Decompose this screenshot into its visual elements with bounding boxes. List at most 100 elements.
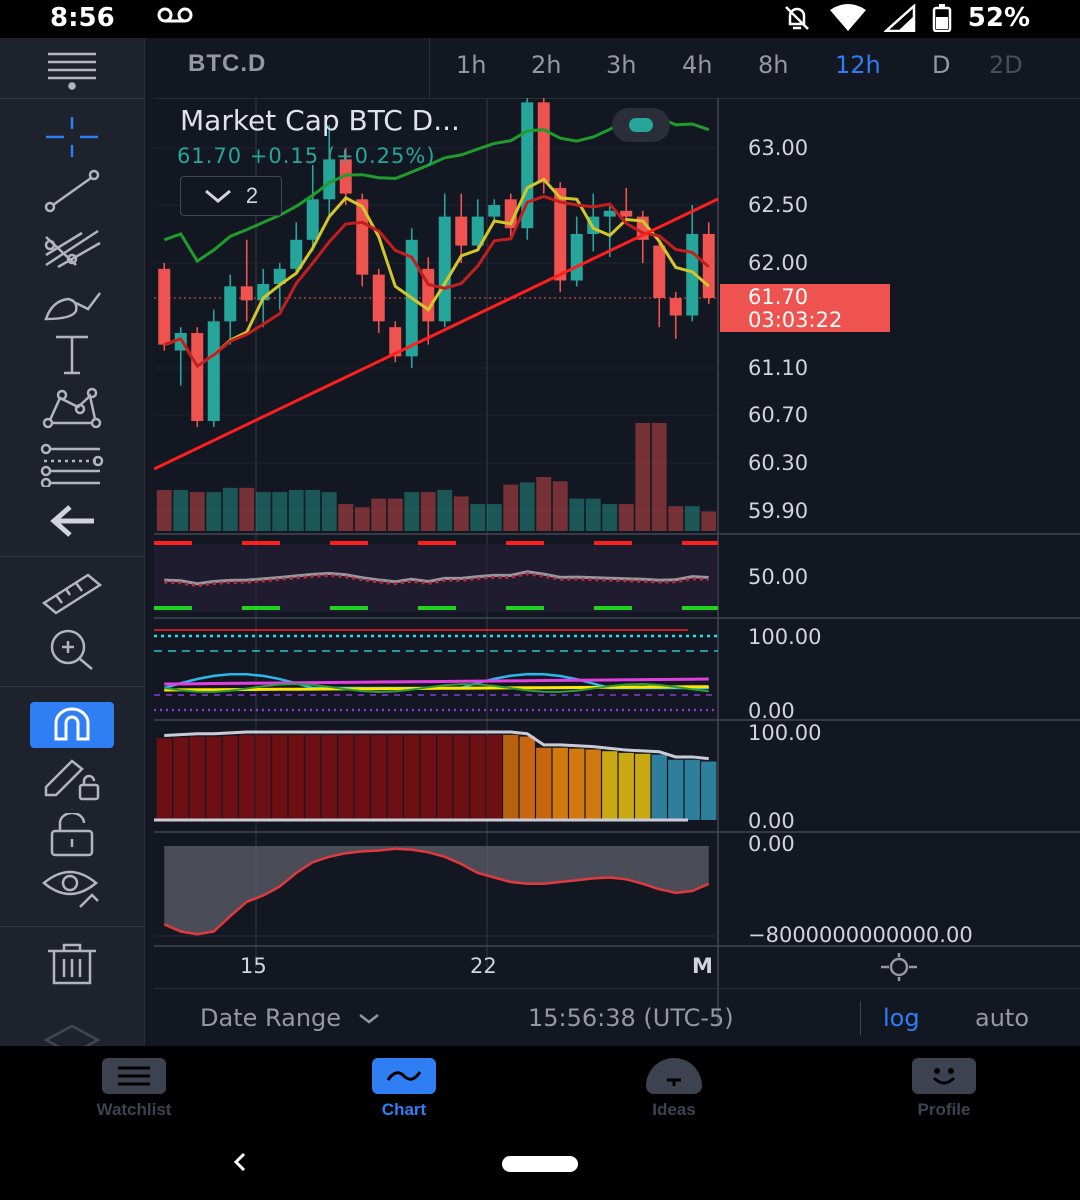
candle-body [488,205,501,217]
log-scale-toggle[interactable]: log [883,1004,920,1032]
eye-toggle-icon [629,118,653,132]
histogram-bar [453,734,469,820]
legend-visibility-button[interactable] [612,108,670,142]
volume-bar [437,489,453,531]
interval-2h[interactable]: 2h [531,51,561,79]
watchlist-icon [102,1058,166,1094]
menu-button[interactable] [36,46,108,92]
text-icon [56,335,88,375]
histogram-bar [503,734,519,820]
pitchfork-tool[interactable] [36,224,108,270]
bottom-navigation: Watchlist Chart Ideas Profile [0,1046,1080,1200]
zoom-tool[interactable] [36,626,108,672]
histogram-bar [371,734,387,820]
footer-divider [860,1001,861,1035]
volume-bar [602,504,618,531]
candle-body [306,199,319,240]
pattern-icon [42,387,102,429]
candle-body [438,216,451,322]
volume-bar [585,498,601,531]
candle-body [455,216,468,246]
candle-body [240,286,253,301]
volume-bar [222,487,238,531]
volume-bar [354,507,370,531]
date-range-button[interactable]: Date Range [200,1004,381,1032]
crosshair-tool[interactable] [36,114,108,160]
interval-2d[interactable]: 2D [989,51,1023,79]
system-back-button[interactable] [228,1148,252,1181]
interval-8h[interactable]: 8h [758,51,788,79]
drawing-toolbar [0,38,145,1052]
pattern-tool[interactable] [36,386,108,432]
arrow-left-icon [50,505,94,537]
histogram-bar [668,759,684,820]
histogram-bar [206,736,222,820]
fib-tool[interactable] [36,442,108,488]
magnet-mode-button[interactable] [30,702,114,748]
price-tick: 59.90 [748,499,809,523]
symbol-button[interactable]: BTC.D [188,50,266,78]
nav-chart-label: Chart [381,1100,427,1119]
back-button[interactable] [36,498,108,544]
chevron-down-icon [204,189,231,203]
histogram-bar [569,748,585,820]
date-tick: 22 [470,954,497,978]
measure-tool[interactable] [36,570,108,616]
auto-scale-toggle[interactable]: auto [975,1004,1029,1032]
nav-profile[interactable]: Profile [874,1058,1014,1120]
hide-drawings[interactable] [36,866,108,912]
legend-values: 61.70 +0.15 (+0.25%) [177,144,436,168]
histogram-bar [470,734,486,820]
histogram-bar [420,734,436,820]
interval-1d[interactable]: D [932,51,950,79]
nav-profile-label: Profile [917,1100,971,1119]
zoom-in-icon [50,629,93,670]
interval-1h[interactable]: 1h [456,51,486,79]
histogram-bar [156,738,172,820]
price-chart[interactable] [154,98,1080,1026]
nav-watchlist[interactable]: Watchlist [64,1058,204,1120]
system-home-button[interactable] [502,1156,578,1172]
volume-bar [404,492,420,531]
crosshair-icon [46,117,98,157]
candle-body [356,199,369,275]
delete-drawings[interactable] [36,942,108,988]
histogram-bar [222,735,238,820]
volume-bar [189,492,205,531]
clock-timezone[interactable]: 15:56:38 (UTC-5) [528,1004,734,1032]
volume-bar [701,511,717,531]
brush-tool[interactable] [36,278,108,324]
histogram-bar [189,736,205,820]
histogram-bar [288,734,304,820]
indicators-collapse-button[interactable]: 2 [180,176,282,216]
unlock-icon [50,813,94,857]
text-tool[interactable] [36,332,108,378]
volume-bar [618,504,634,531]
date-tick: 15 [240,954,267,978]
chart-settings-button[interactable] [878,953,920,986]
volume-bar [156,489,172,531]
interval-12h[interactable]: 12h [835,51,881,79]
price-tick: 62.50 [748,193,809,217]
date-range-label: Date Range [200,1004,342,1032]
volume-bar [552,481,568,531]
histogram-bar [486,734,502,820]
chart-footer: Date Range 15:56:38 (UTC-5) log auto [154,988,1080,1047]
interval-4h[interactable]: 4h [682,51,712,79]
status-bar: 8:56 52% [0,0,1080,38]
candle-body [537,102,550,183]
nav-ideas[interactable]: Ideas [604,1058,744,1120]
trend-line-tool[interactable] [36,168,108,214]
stay-in-drawing-mode[interactable] [36,756,108,802]
histogram-bar [618,752,634,820]
volume-bar [503,484,519,531]
lock-drawings[interactable] [36,812,108,858]
histogram-bar [239,734,255,820]
candle-body [372,274,385,322]
nav-chart[interactable]: Chart [334,1058,474,1120]
battery-percent: 52% [967,3,1030,33]
histogram-bar [354,734,370,820]
interval-3h[interactable]: 3h [606,51,636,79]
volume-bar [321,492,337,531]
lightbulb-icon [646,1058,702,1094]
